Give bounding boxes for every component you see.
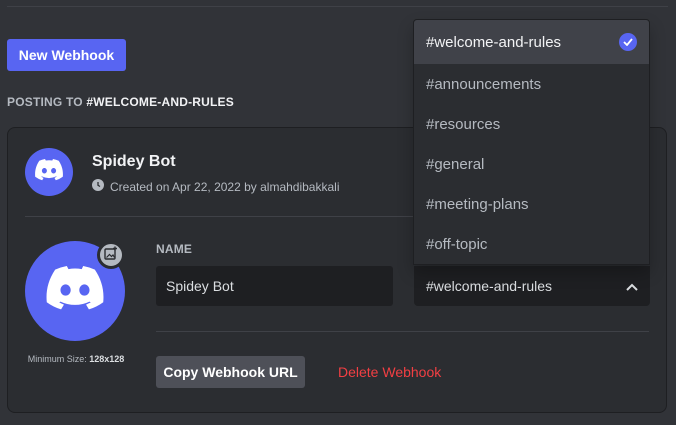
image-add-icon [104,246,118,265]
delete-webhook-button[interactable]: Delete Webhook [326,356,453,388]
channel-dropdown: #welcome-and-rules #announcements #resou… [413,19,650,265]
clock-icon [92,179,104,194]
webhook-name-input[interactable] [156,266,393,306]
dropdown-option-general[interactable]: #general [414,144,649,184]
discord-logo-icon [46,266,104,316]
dropdown-option-off-topic[interactable]: #off-topic [414,224,649,264]
dropdown-option-announcements[interactable]: #announcements [414,64,649,104]
card-divider-actions [156,331,649,332]
min-size-note: Minimum Size: 128x128 [24,354,128,364]
dropdown-option-label: #off-topic [426,235,488,253]
posting-to-prefix: POSTING TO [7,95,83,109]
dropdown-option-label: #welcome-and-rules [426,33,562,51]
upload-image-button[interactable] [97,241,125,269]
dropdown-option-meeting-plans[interactable]: #meeting-plans [414,184,649,224]
min-size-value: 128x128 [89,354,125,364]
channel-select[interactable]: #welcome-and-rules [414,266,650,306]
webhook-title: Spidey Bot [92,153,176,170]
chevron-up-icon [626,278,638,294]
dropdown-option-label: #meeting-plans [426,195,529,213]
webhook-avatar-small [25,148,73,196]
check-icon [619,33,637,51]
min-size-label: Minimum Size: [27,354,87,364]
created-text: Created on Apr 22, 2022 by almahdibakkal… [110,179,340,194]
selected-channel-label: #welcome-and-rules [426,278,553,294]
created-info: Created on Apr 22, 2022 by almahdibakkal… [92,179,339,194]
name-field-label: NAME [156,242,193,256]
dropdown-option-resources[interactable]: #resources [414,104,649,144]
dropdown-option-label: #general [426,155,485,173]
posting-to-channel: #WELCOME-AND-RULES [86,95,234,109]
dropdown-option-label: #announcements [426,75,542,93]
posting-to-label: POSTING TO #WELCOME-AND-RULES [7,95,234,109]
copy-webhook-url-button[interactable]: Copy Webhook URL [156,356,305,388]
new-webhook-button[interactable]: New Webhook [7,39,126,71]
discord-logo-icon [35,158,63,186]
dropdown-option-welcome-and-rules[interactable]: #welcome-and-rules [414,20,649,64]
top-divider [7,6,668,7]
dropdown-option-label: #resources [426,115,501,133]
